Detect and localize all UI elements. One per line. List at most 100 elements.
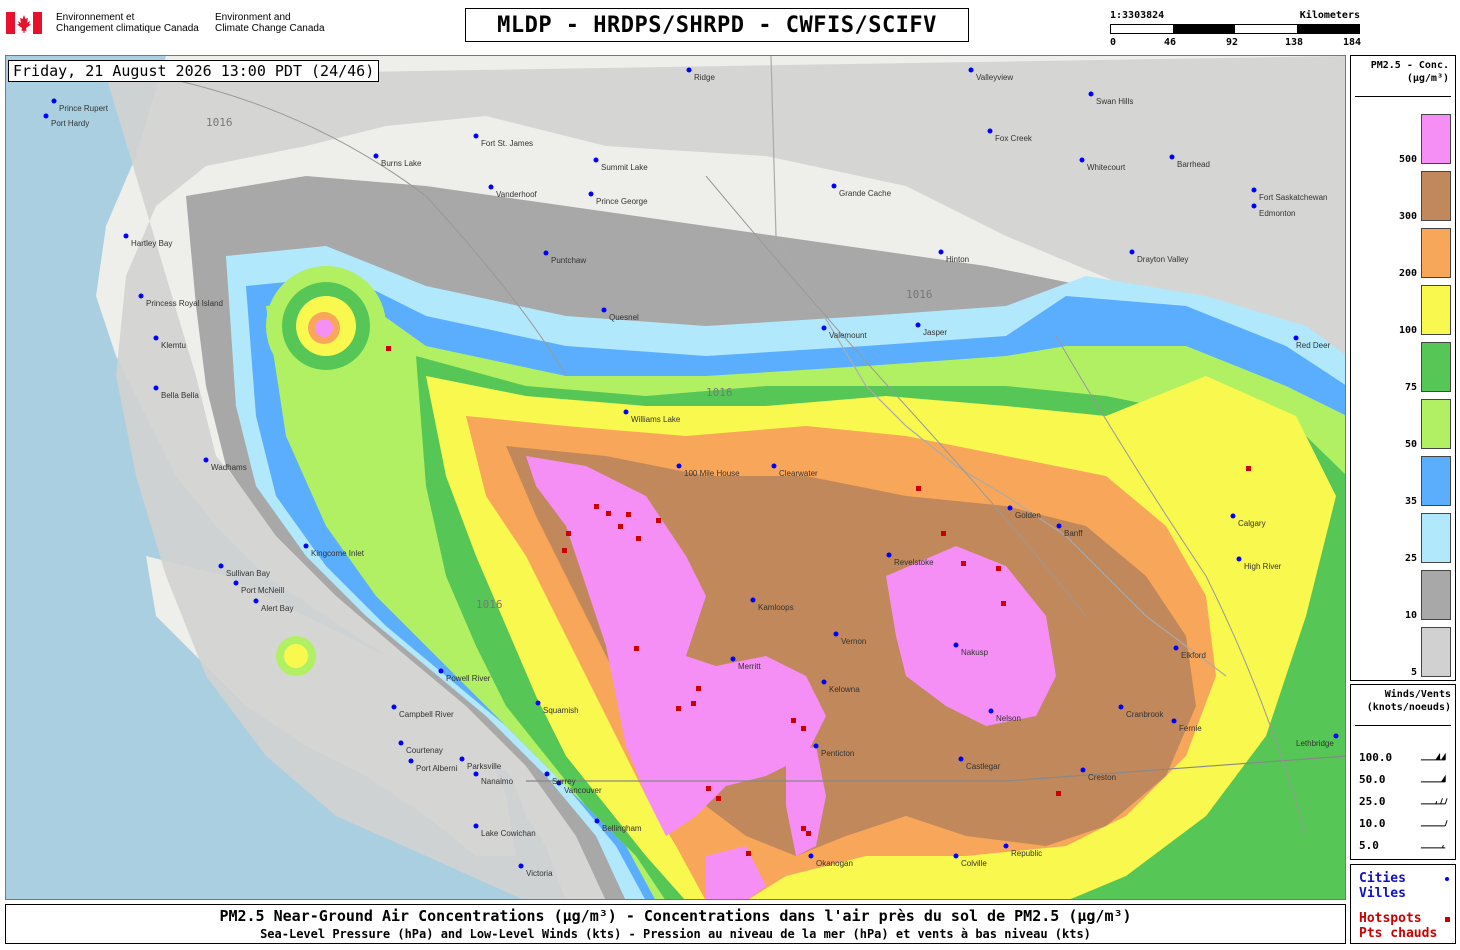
city-dot [1079,157,1085,163]
city-label: Lethbridge [1296,739,1334,748]
city-label: Fort Saskatchewan [1259,193,1328,202]
legend-swatch [1421,513,1451,563]
city-label: Ridge [694,73,715,82]
legend-divider [1355,96,1451,97]
caption-line-1: PM2.5 Near-Ground Air Concentrations (µg… [219,907,1132,925]
scale-tick: 92 [1226,37,1239,48]
city-dot [813,743,819,749]
city-label: Elkford [1181,651,1206,660]
city-dot [459,756,465,762]
city-label: Barrhead [1177,160,1210,169]
city-label: Red Deer [1296,341,1331,350]
city-label: Sullivan Bay [226,569,271,578]
legend-bin-label: 50 [1404,439,1417,450]
city-dot [438,668,444,674]
city-dot [253,598,259,604]
city-label: Whitecourt [1087,163,1126,172]
city-label: Creston [1088,773,1117,782]
city-label: Courtenay [406,746,443,755]
city-label: Quesnel [609,313,639,322]
scale-ticks: 0 46 92 138 184 [1110,37,1361,49]
city-dot [1293,335,1299,341]
scale-tick: 0 [1110,37,1117,48]
city-dot [218,563,224,569]
plume-north [315,319,333,337]
legend-swatch [1421,285,1451,335]
city-dot [473,133,479,139]
wind-barb-icon [1420,820,1448,827]
map-panel[interactable]: 1016 1016 1016 1016 Ridge Valleyview Swan … [5,55,1346,900]
city-label: Vanderhoof [496,190,537,199]
city-dot [953,642,959,648]
city-dot [488,184,494,190]
city-label: Fox Creek [995,134,1032,143]
legend-swatch [1421,342,1451,392]
legend-bin-label: 35 [1404,496,1417,507]
city-label: Klemtu [161,341,186,350]
city-dot [535,700,541,706]
city-dot [123,233,129,239]
city-label: Hinton [946,255,970,264]
wind-barb-icon [1420,798,1448,805]
city-label: Princess Royal Island [146,299,223,308]
legend-title: PM2.5 - Conc. (µg/m³) [1370,60,1449,84]
city-dot [473,771,479,777]
wind-speed-label: 50.0 [1359,773,1386,786]
city-label: Summit Lake [601,163,648,172]
city-dot [43,113,49,119]
city-dot [1129,249,1135,255]
city-dot [968,67,974,73]
scale-bar [1110,24,1360,34]
city-dot [601,307,607,313]
canada-flag-icon [6,12,42,34]
city-label: Burns Lake [381,159,422,168]
city-label: Fernie [1179,724,1202,733]
city-dot [303,543,309,549]
city-label: Grande Cache [839,189,892,198]
city-label: Vancouver [564,786,602,795]
city-label: Port McNeill [241,586,285,595]
wind-speed-label: 10.0 [1359,817,1386,830]
city-label: Kingcome Inlet [311,549,364,558]
legend-bin-label: 100 [1398,325,1417,336]
city-dot [233,580,239,586]
city-label: Nakusp [961,648,989,657]
isobar-label: 1016 [706,386,733,399]
city-dot [771,463,777,469]
city-label: Golden [1015,511,1041,520]
city-dot [1003,843,1009,849]
city-label: Bellingham [602,824,642,833]
legend-bin-label: 500 [1398,154,1417,165]
legend-swatch [1421,228,1451,278]
city-dot [203,457,209,463]
city-dot [408,758,414,764]
map-canvas[interactable]: 1016 1016 1016 1016 [6,56,1346,900]
city-dot [391,704,397,710]
city-label: 100 Mile House [684,469,740,478]
legend-bin-label: 75 [1404,382,1417,393]
scale-tick: 138 [1285,37,1304,48]
city-label: Lake Cowichan [481,829,536,838]
city-dot [1007,505,1013,511]
city-dot [473,823,479,829]
city-dot [398,740,404,746]
legend-swatch [1421,456,1451,506]
city-label: Alert Bay [261,604,294,613]
city-label: Nelson [996,714,1021,723]
city-label: Valemount [829,331,867,340]
city-dot [1171,718,1177,724]
city-label: Merritt [738,662,761,671]
city-dot [1333,733,1339,739]
city-label: Puntchaw [551,256,587,265]
product-title: MLDP - HRDPS/SHRPD - CWFIS/SCIFV [465,8,969,42]
city-label: Kelowna [829,685,860,694]
city-dot [588,191,594,197]
legend-swatch [1421,114,1451,164]
city-label: Victoria [526,869,553,878]
legend-swatch [1421,399,1451,449]
legend-bin-label: 300 [1398,211,1417,222]
scale-unit: Kilometers [1299,10,1360,21]
city-dot [1080,767,1086,773]
map-caption: PM2.5 Near-Ground Air Concentrations (µg… [5,904,1346,944]
city-dot [821,325,827,331]
